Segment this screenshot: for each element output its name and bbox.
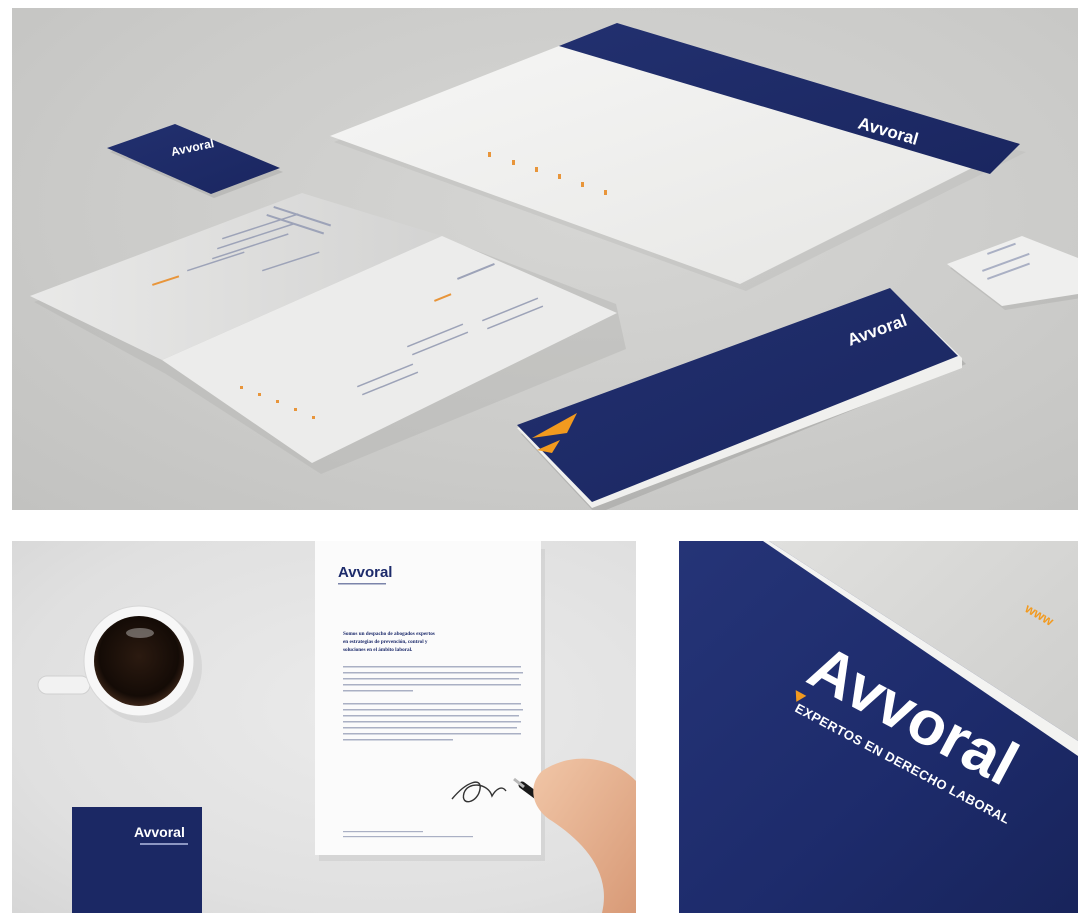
business-card-navy: Avvoral [107, 124, 283, 198]
letter-heading-1: Somos un despacho de abogados expertos [343, 631, 435, 637]
business-card-white [947, 236, 1078, 310]
notebook-logo: Avvoral [134, 824, 185, 840]
letter-heading-2: en estrategias de prevención, control y [343, 639, 428, 645]
letterhead-with-coffee-photo: Avvoral Avvoral Somos un despacho de abo… [12, 541, 636, 913]
navy-notebook: Avvoral [72, 807, 202, 913]
closeup-scene: www Avvoral EXPERTOS EN DERECHO LABORAL [679, 541, 1078, 913]
stationery-scene: Avvoral Avvoral Avvoral [30, 23, 1078, 510]
stationery-overview-photo: Avvoral Avvoral Avvoral [12, 8, 1078, 510]
letter-sheet: Avvoral Somos un despacho de abogados ex… [315, 541, 545, 861]
letter-heading-3: soluciones en el ámbito laboral. [343, 647, 413, 653]
coffee-cup [37, 605, 202, 723]
letter-logo: Avvoral [338, 564, 392, 581]
desk-scene: Avvoral Avvoral Somos un despacho de abo… [37, 541, 636, 913]
folder-closeup-photo: www Avvoral EXPERTOS EN DERECHO LABORAL [679, 541, 1078, 913]
